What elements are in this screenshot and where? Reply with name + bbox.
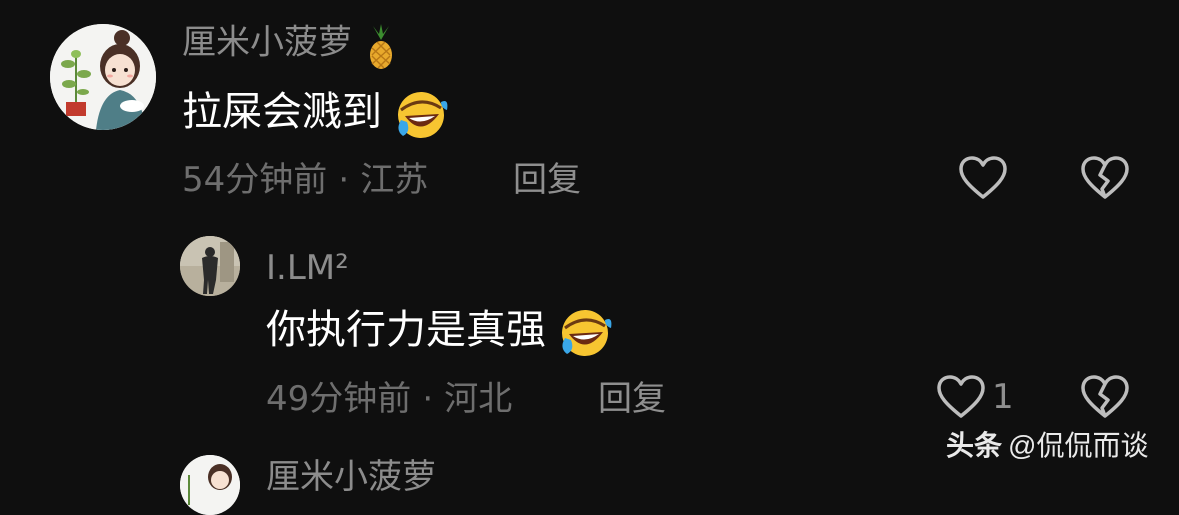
comment-text: 你执行力是真强: [266, 307, 546, 353]
meta-separator: ·: [338, 160, 350, 200]
comment-body: 拉屎会溅到: [182, 89, 451, 144]
comment-location: 江苏: [360, 160, 429, 200]
comment-meta: 54分钟前 · 江苏: [182, 163, 428, 197]
reply-button[interactable]: 回复: [598, 382, 666, 416]
pineapple-icon: [361, 24, 401, 74]
watermark-handle: @侃侃而谈: [1008, 430, 1149, 461]
dislike-button[interactable]: [1080, 374, 1130, 424]
username[interactable]: 厘米小菠萝: [266, 460, 436, 494]
dislike-button[interactable]: [1080, 155, 1130, 205]
meta-separator: ·: [422, 379, 434, 419]
heart-outline-icon: [937, 375, 985, 418]
avatar[interactable]: [50, 24, 156, 130]
avatar-girl-illustration: [50, 24, 156, 130]
watermark: 头条 @侃侃而谈: [946, 424, 1148, 464]
username[interactable]: I.LM²: [266, 251, 349, 285]
like-button[interactable]: [958, 155, 1008, 205]
username[interactable]: 厘米小菠萝: [182, 23, 352, 63]
laughing-emoji-icon: [555, 308, 615, 362]
comment-text: 拉屎会溅到: [182, 89, 382, 135]
comment-body: 你执行力是真强: [266, 307, 615, 362]
heart-outline-icon: [959, 156, 1007, 199]
comment-time: 54分钟前: [182, 160, 328, 200]
like-button[interactable]: 1: [936, 374, 1014, 420]
like-count: 1: [992, 377, 1014, 417]
laughing-emoji-icon: [391, 90, 451, 144]
reply-button[interactable]: 回复: [513, 163, 581, 197]
comment-header: 厘米小菠萝: [182, 24, 401, 74]
watermark-brand: 头条: [946, 430, 1003, 461]
avatar[interactable]: [180, 455, 240, 515]
avatar-girl-illustration: [180, 455, 240, 515]
avatar-person-photo: [180, 236, 240, 296]
comment-location: 河北: [444, 379, 513, 419]
comment-meta: 49分钟前 · 河北: [266, 382, 512, 416]
broken-heart-icon: [1081, 375, 1129, 418]
avatar[interactable]: [180, 236, 240, 296]
broken-heart-icon: [1081, 156, 1129, 199]
comment-time: 49分钟前: [266, 379, 412, 419]
